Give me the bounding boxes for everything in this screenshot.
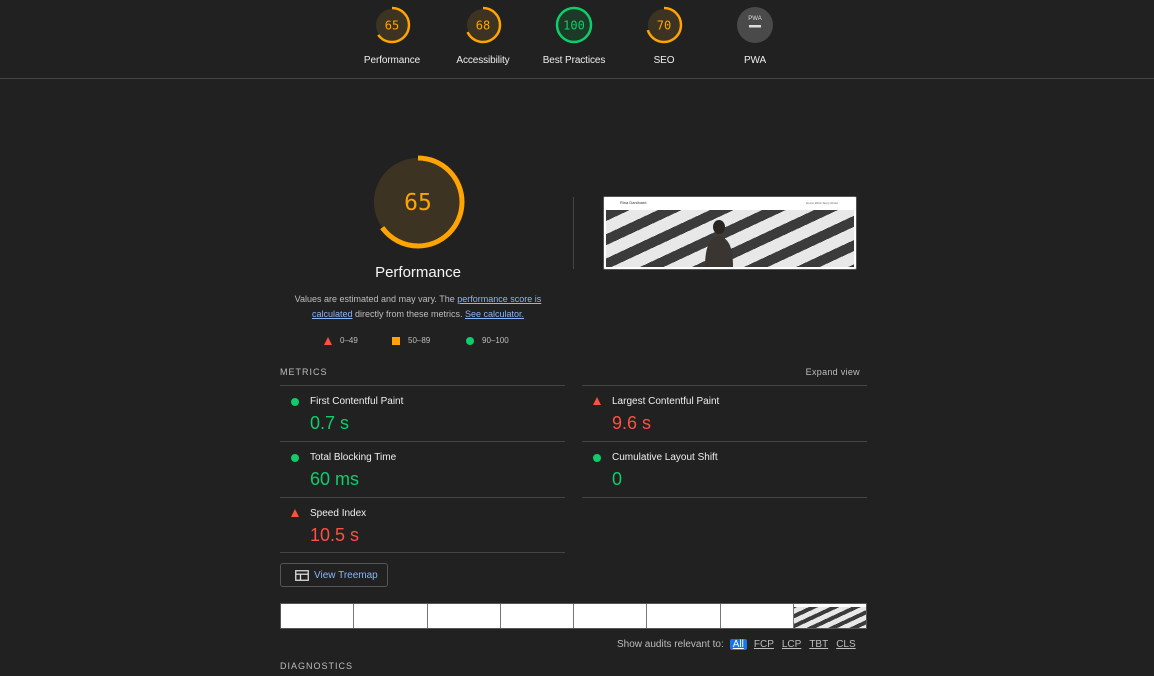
metric-value: 60 ms — [310, 469, 360, 489]
gauge-ring-icon: 68 — [464, 6, 502, 44]
gauge-score: 100 — [563, 19, 585, 33]
gauge-ring-icon: 100 — [555, 6, 593, 44]
filmstrip-frame — [354, 604, 428, 628]
fail-triangle-icon — [291, 509, 299, 517]
gauge-label: Performance — [363, 55, 421, 66]
metric-speed-index: Speed Index 10.5 s — [280, 498, 565, 554]
divider — [582, 497, 867, 498]
performance-title: Performance — [375, 264, 461, 281]
gauge-label: Accessibility — [456, 55, 510, 66]
legend-average-label: 50–89 — [408, 336, 431, 345]
gauge-label: PWA — [743, 55, 767, 66]
legend-pass: 90–100 — [466, 336, 509, 345]
gauge-ring-icon: 65 — [373, 6, 411, 44]
metric-value: 0 — [612, 469, 623, 489]
filmstrip-frame — [574, 604, 648, 628]
metric-name: Total Blocking Time — [310, 452, 397, 463]
score-legend: 0–49 50–89 90–100 — [318, 336, 538, 350]
triangle-icon — [324, 336, 332, 345]
category-summary-bar: 65 Performance 68 Accessibility 100 Best… — [0, 0, 1154, 79]
desc-text: directly from these metrics. — [352, 309, 465, 319]
metric-tbt: Total Blocking Time 60 ms — [280, 442, 565, 498]
metric-lcp: Largest Contentful Paint 9.6 s — [582, 386, 867, 442]
performance-description: Values are estimated and may vary. The p… — [282, 292, 554, 322]
filmstrip-frame-loaded — [793, 604, 866, 628]
legend-pass-label: 90–100 — [482, 336, 509, 345]
see-calculator-link[interactable]: See calculator. — [465, 309, 524, 319]
gauge-best-practices[interactable]: 100 Best Practices — [529, 5, 619, 66]
circle-icon — [466, 336, 474, 345]
audit-filter-label: Show audits relevant to: — [617, 638, 724, 650]
performance-score: 65 — [404, 190, 432, 216]
filmstrip — [280, 603, 867, 629]
metric-value: 10.5 s — [310, 525, 360, 545]
performance-main-gauge: 65 — [371, 155, 465, 249]
legend-fail-label: 0–49 — [340, 336, 358, 345]
gauge-seo[interactable]: 70 SEO — [619, 5, 709, 66]
filmstrip-frame — [720, 604, 794, 628]
metric-name: Speed Index — [310, 508, 367, 519]
screenshot-hero-image — [606, 210, 854, 267]
gauge-accessibility[interactable]: 68 Accessibility — [438, 5, 528, 66]
gauge-ring-icon: 70 — [645, 6, 683, 44]
pass-circle-icon — [291, 454, 299, 462]
legend-fail: 0–49 — [324, 336, 358, 345]
pwa-badge-text: PWA — [748, 16, 761, 22]
final-screenshot[interactable]: Rina Daniloard Home Work Story About — [603, 196, 857, 270]
gauge-label: Best Practices — [542, 55, 606, 66]
metrics-header: METRICS — [280, 367, 328, 377]
person-silhouette-icon — [705, 220, 733, 267]
metric-fcp: First Contentful Paint 0.7 s — [280, 386, 565, 442]
filter-chip-lcp[interactable]: LCP — [781, 639, 802, 650]
metric-cls: Cumulative Layout Shift 0 — [582, 442, 867, 498]
screenshot-nav-links: Home Work Story About — [805, 201, 838, 205]
gauge-performance[interactable]: 65 Performance — [347, 5, 437, 66]
view-treemap-label: View Treemap — [314, 569, 378, 581]
metric-value: 0.7 s — [310, 413, 350, 433]
filmstrip-frame — [500, 604, 574, 628]
filter-chip-tbt[interactable]: TBT — [808, 639, 829, 650]
filter-chip-fcp[interactable]: FCP — [753, 639, 775, 650]
pass-circle-icon — [593, 454, 601, 462]
treemap-icon — [295, 569, 309, 581]
fail-triangle-icon — [593, 397, 601, 405]
gauge-score: 65 — [385, 19, 399, 33]
gauge-score: 68 — [476, 19, 490, 33]
filmstrip-frame — [281, 604, 355, 628]
pass-circle-icon — [291, 398, 299, 406]
gauge-score: 70 — [657, 19, 671, 33]
filmstrip-frame — [647, 604, 721, 628]
audit-filter: Show audits relevant to: All FCP LCP TBT… — [617, 637, 867, 651]
diagnostics-header: DIAGNOSTICS — [280, 661, 354, 671]
view-treemap-button[interactable]: View Treemap — [280, 563, 388, 587]
gauge-pwa[interactable]: PWA PWA — [710, 5, 800, 66]
screenshot-navbar: Rina Daniloard Home Work Story About — [604, 197, 856, 207]
filmstrip-frame — [427, 604, 501, 628]
metric-name: Cumulative Layout Shift — [612, 452, 718, 463]
metric-name: Largest Contentful Paint — [612, 396, 720, 407]
expand-view-button[interactable]: Expand view — [806, 367, 860, 377]
divider — [280, 552, 565, 553]
pwa-badge-icon: PWA — [737, 7, 773, 43]
desc-text: Values are estimated and may vary. The — [294, 294, 458, 304]
metric-name: First Contentful Paint — [310, 396, 404, 407]
gauge-label: SEO — [653, 55, 675, 66]
legend-average: 50–89 — [392, 336, 430, 345]
filter-chip-cls[interactable]: CLS — [835, 639, 856, 650]
metric-value: 9.6 s — [612, 413, 652, 433]
square-icon — [392, 336, 400, 345]
screenshot-site-title: Rina Daniloard — [620, 200, 647, 205]
filter-chip-all[interactable]: All — [729, 638, 747, 650]
divider — [573, 197, 574, 269]
